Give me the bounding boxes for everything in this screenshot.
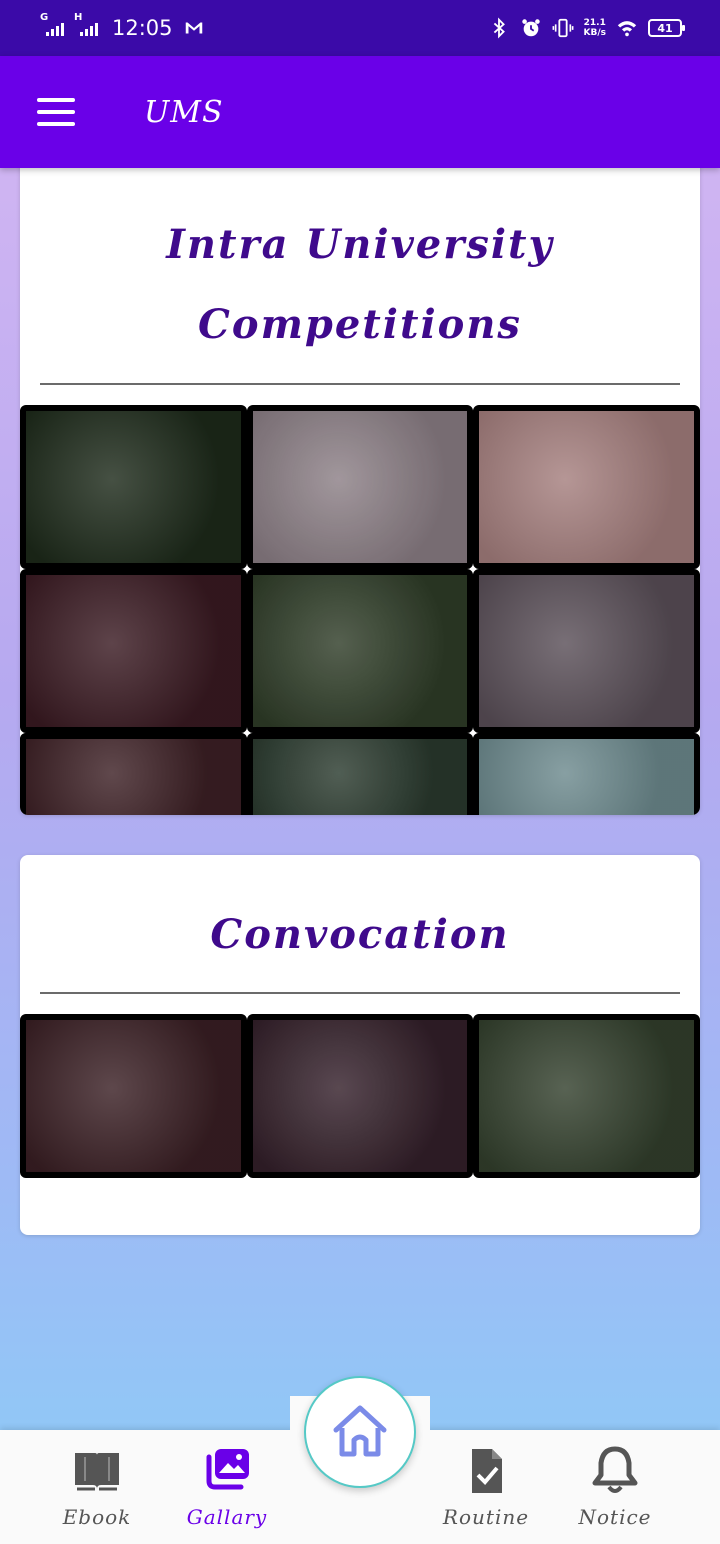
home-icon [333, 1405, 387, 1457]
clock: 12:05 [112, 16, 173, 40]
gmail-icon [185, 22, 202, 34]
gallery-photo[interactable] [246, 1014, 474, 1178]
photo-grid [20, 1014, 700, 1178]
gallery-photo[interactable] [246, 569, 474, 733]
nav-item-ebook[interactable]: Ebook [42, 1445, 152, 1529]
nav-label: Ebook [62, 1505, 132, 1529]
gallery-photo[interactable] [473, 1014, 700, 1178]
nav-label: Gallary [186, 1505, 268, 1529]
gallery-section-convocation: Convocation [20, 855, 700, 1235]
vibrate-icon [552, 18, 573, 38]
wifi-icon [617, 21, 637, 37]
book-icon [75, 1453, 119, 1491]
network-type-1: G [40, 12, 49, 23]
signal-icon-1: G [40, 12, 64, 36]
speed-unit: KB/s [583, 28, 606, 38]
app-bar: UMS [0, 56, 720, 168]
alarm-icon [521, 19, 540, 37]
gallery-photo[interactable] [473, 405, 700, 569]
nav-item-gallery[interactable]: Gallary [172, 1445, 282, 1529]
gallery-photo[interactable] [246, 405, 474, 569]
photo-grid [20, 405, 700, 815]
gallery-section-competitions: Intra University Competitions [20, 160, 700, 815]
home-button[interactable] [304, 1376, 416, 1488]
gallery-photo[interactable] [246, 733, 474, 815]
section-title: Convocation [210, 911, 510, 958]
section-divider [40, 383, 680, 385]
status-bar: G H 12:05 21.1 KB/s 41 [0, 0, 720, 56]
gallery-photo[interactable] [20, 1014, 247, 1178]
speed-value: 21.1 [583, 18, 606, 28]
section-divider [40, 992, 680, 994]
nav-label: Routine [442, 1505, 530, 1529]
signal-icon-2: H [74, 12, 98, 36]
battery-icon: 41 [648, 19, 685, 37]
gallery-photo[interactable] [20, 733, 247, 815]
network-type-2: H [74, 12, 83, 23]
gallery-photo[interactable] [20, 569, 247, 733]
bluetooth-icon [493, 17, 505, 39]
battery-level: 41 [657, 21, 673, 35]
menu-icon[interactable] [37, 98, 75, 126]
app-title: UMS [144, 94, 224, 130]
network-speed: 21.1 KB/s [584, 18, 606, 38]
clipboard-check-icon [472, 1449, 502, 1493]
nav-label: Notice [578, 1505, 652, 1529]
nav-item-notice[interactable]: Notice [560, 1445, 670, 1529]
gallery-photo[interactable] [473, 733, 700, 815]
gallery-icon [206, 1449, 249, 1490]
section-title: Intra University Competitions [166, 221, 554, 348]
bell-icon [592, 1446, 638, 1493]
status-right: 21.1 KB/s 41 [488, 17, 685, 39]
gallery-photo[interactable] [473, 569, 700, 733]
nav-item-routine[interactable]: Routine [431, 1445, 541, 1529]
status-left: G H 12:05 [40, 12, 205, 40]
gallery-photo[interactable] [20, 405, 247, 569]
